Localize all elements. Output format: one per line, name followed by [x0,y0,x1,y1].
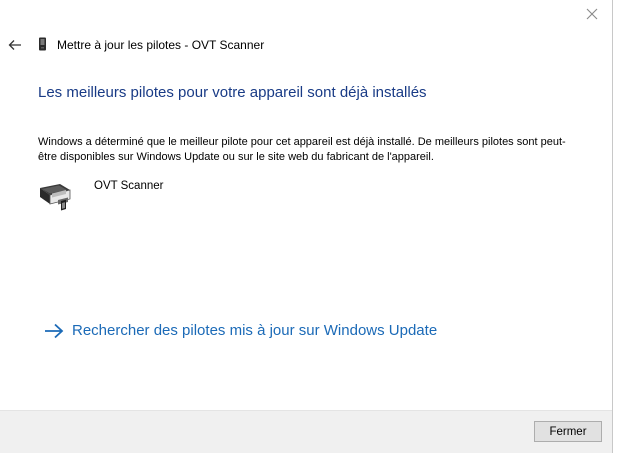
driver-update-dialog: Mettre à jour les pilotes - OVT Scanner … [0,0,613,453]
description-text: Windows a déterminé que le meilleur pilo… [38,136,566,163]
fermer-button[interactable]: Fermer [534,421,602,442]
close-button[interactable] [580,2,604,26]
device-icon [39,37,46,51]
back-button[interactable] [4,35,26,55]
windows-update-link-label: Rechercher des pilotes mis à jour sur Wi… [72,322,438,339]
device-name: OVT Scanner [94,180,164,192]
background-strip [0,453,618,466]
back-arrow-icon [8,40,21,50]
scanner-icon [40,184,71,211]
windows-update-link[interactable]: Rechercher des pilotes mis à jour sur Wi… [44,322,437,339]
dialog-footer: Fermer [0,410,612,453]
page-heading: Les meilleurs pilotes pour votre apparei… [38,84,427,101]
arrow-right-icon [45,323,64,338]
close-icon [586,8,598,20]
window-title: Mettre à jour les pilotes - OVT Scanner [57,38,265,52]
